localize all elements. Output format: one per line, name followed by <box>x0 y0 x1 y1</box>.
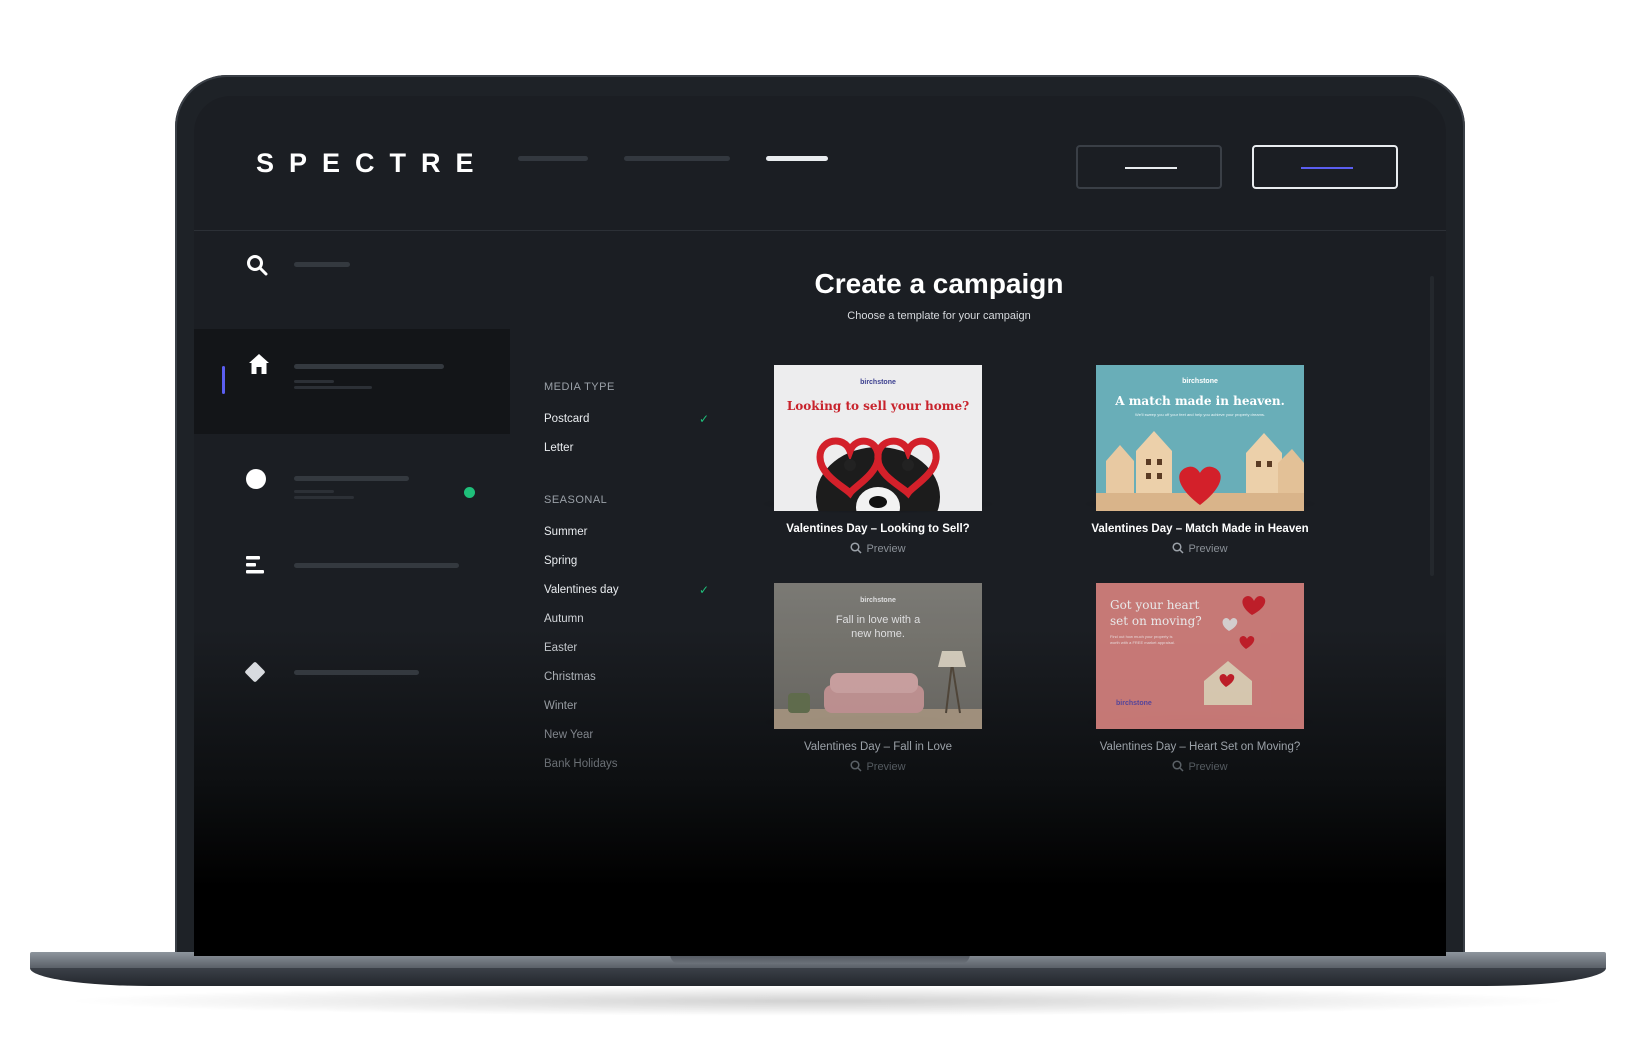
filter-christmas[interactable]: Christmas <box>544 671 596 683</box>
scrollbar[interactable] <box>1430 276 1434 576</box>
brand-logo: birchstone <box>1182 378 1218 385</box>
filter-letter[interactable]: Letter <box>544 442 573 454</box>
filter-bank-holidays[interactable]: Bank Holidays <box>544 758 618 770</box>
header-secondary-button[interactable] <box>1076 145 1222 189</box>
nav-item-2[interactable] <box>624 156 730 161</box>
magnifier-icon <box>850 760 862 772</box>
sidebar-item-3-label[interactable] <box>294 563 459 568</box>
search-icon[interactable] <box>246 254 268 276</box>
card-subline: We'll sweep you off your feet and help y… <box>1134 412 1266 417</box>
sidebar-item-2-sublabel <box>294 496 354 499</box>
filter-postcard[interactable]: Postcard <box>544 413 589 425</box>
template-thumbnail-heart-set-on-moving[interactable]: Got your heart set on moving? Find out h… <box>1096 583 1304 729</box>
page-title: Create a campaign <box>814 268 1064 299</box>
sidebar-home-sublabel <box>294 380 334 383</box>
preview-label: Preview <box>866 761 906 773</box>
filter-spring[interactable]: Spring <box>544 555 577 567</box>
filter-valentines-day[interactable]: Valentines day <box>544 584 619 596</box>
brand-logo: birchstone <box>860 379 896 386</box>
magnifier-icon <box>850 542 862 554</box>
filter-heading-media-type: MEDIA TYPE <box>544 381 615 393</box>
status-indicator <box>464 487 475 498</box>
header-divider <box>194 230 1446 231</box>
header-primary-button[interactable] <box>1252 145 1398 189</box>
brand-logo: birchstone <box>860 597 896 604</box>
search-input-placeholder[interactable] <box>294 262 350 267</box>
filter-summer[interactable]: Summer <box>544 526 587 538</box>
laptop-shadow <box>60 986 1576 1016</box>
sidebar-home-label <box>294 364 444 369</box>
sidebar-home-sublabel <box>294 386 372 389</box>
filter-new-year[interactable]: New Year <box>544 729 593 741</box>
magnifier-icon <box>1172 760 1184 772</box>
filter-autumn[interactable]: Autumn <box>544 613 584 625</box>
wooden-houses-heart-image <box>1096 431 1304 511</box>
home-icon <box>249 354 269 374</box>
page-subtitle: Choose a template for your campaign <box>847 310 1031 322</box>
laptop-base-lip <box>30 968 1606 986</box>
card-headline: A match made in heaven. <box>1115 394 1285 408</box>
house-with-hearts-image <box>1204 596 1266 705</box>
sidebar-item-4-label[interactable] <box>294 670 419 675</box>
nav-item-1[interactable] <box>518 156 588 161</box>
circle-icon[interactable] <box>245 468 267 490</box>
app-logo[interactable]: SPECTRE <box>256 148 489 179</box>
preview-link[interactable]: Preview <box>1050 542 1350 555</box>
button-label-placeholder <box>1301 167 1353 169</box>
sidebar-item-2-label[interactable] <box>294 476 409 481</box>
preview-label: Preview <box>1188 761 1228 773</box>
card-headline: Looking to sell your home? <box>786 399 970 413</box>
sidebar-item-home[interactable] <box>194 329 510 434</box>
filter-winter[interactable]: Winter <box>544 700 577 712</box>
list-icon[interactable] <box>246 556 266 574</box>
template-title[interactable]: Valentines Day – Looking to Sell? <box>728 523 1028 535</box>
living-room-sofa-image <box>774 651 982 729</box>
sidebar-item-2-sublabel <box>294 490 334 493</box>
check-icon: ✓ <box>699 412 710 426</box>
active-indicator <box>222 366 225 394</box>
template-title[interactable]: Valentines Day – Heart Set on Moving? <box>1050 741 1350 753</box>
template-title[interactable]: Valentines Day – Match Made in Heaven <box>1050 523 1350 535</box>
filter-easter[interactable]: Easter <box>544 642 577 654</box>
diamond-icon[interactable] <box>243 660 267 684</box>
preview-label: Preview <box>1188 543 1228 555</box>
preview-link[interactable]: Preview <box>728 542 1028 555</box>
card-headline-line-2: new home. <box>851 628 905 640</box>
preview-label: Preview <box>866 543 906 555</box>
button-label-placeholder <box>1125 167 1177 169</box>
filter-heading-seasonal: SEASONAL <box>544 494 608 506</box>
template-thumbnail-fall-in-love[interactable]: birchstone Fall in love with a new home. <box>774 583 982 729</box>
nav-item-3-active[interactable] <box>766 156 828 161</box>
preview-link[interactable]: Preview <box>728 760 1028 773</box>
check-icon: ✓ <box>699 583 710 597</box>
template-thumbnail-looking-to-sell[interactable]: birchstone Looking to sell your home? <box>774 365 982 511</box>
magnifier-icon <box>1172 542 1184 554</box>
preview-link[interactable]: Preview <box>1050 760 1350 773</box>
dog-with-heart-glasses-image <box>816 437 940 511</box>
template-title[interactable]: Valentines Day – Fall in Love <box>728 741 1028 753</box>
template-thumbnail-match-made-in-heaven[interactable]: birchstone A match made in heaven. We'll… <box>1096 365 1304 511</box>
card-headline-line-1: Fall in love with a <box>835 614 921 626</box>
app-screen: SPECTRE Create a campaign Choose a templ… <box>194 96 1446 956</box>
